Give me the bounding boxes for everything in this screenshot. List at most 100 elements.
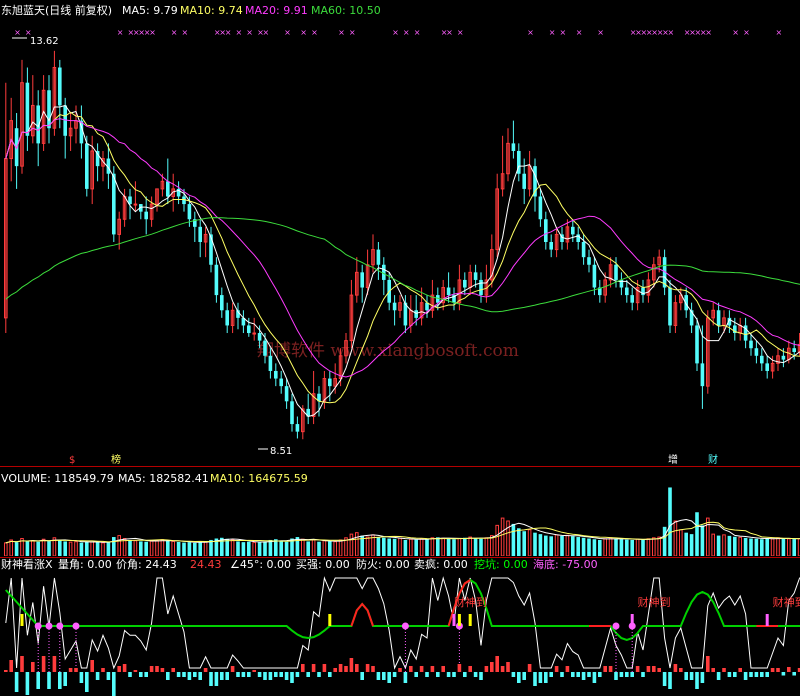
volume-bar-up [355, 532, 359, 556]
candle-down [166, 181, 170, 197]
candle-down [257, 333, 262, 341]
indicator-bar-down [517, 672, 521, 683]
volume-bar-down [436, 537, 440, 556]
signal-x-mark: × [338, 28, 345, 37]
indicator-bar-up [484, 666, 489, 672]
volume-ma10-line [5, 521, 800, 544]
volume-bar-up [441, 537, 445, 556]
indicator-bar-down [403, 672, 408, 683]
indicator-bar-up [776, 668, 780, 672]
volume-bar-down [781, 538, 786, 556]
indicator-bar-down [328, 672, 332, 677]
indicator-bar-down [209, 672, 213, 686]
marker-dollar: $ [69, 455, 75, 466]
indicator-bar-down [284, 672, 289, 680]
candle-down [749, 340, 753, 349]
volume-bar-down [193, 542, 197, 556]
sell-crazy-label: 卖疯: 0.00 [414, 557, 468, 571]
price-angle-label: 价角: 24.43 [116, 558, 177, 571]
volume-ma5-label: MA5: 182582.41 [118, 472, 209, 485]
volume-bar-down [684, 532, 688, 556]
indicator-bar-down [176, 672, 181, 677]
candle-down [198, 226, 202, 242]
signal-x-mark: × [549, 28, 556, 37]
volume-panel-header: VOLUME: 118549.79 MA5: 182582.41 MA10: 1… [1, 472, 308, 485]
volume-bar-up [484, 537, 489, 556]
volume-bar-down [592, 539, 597, 556]
indicator-bar-down [387, 672, 391, 683]
candle-down [144, 211, 148, 220]
signal-x-mark: × [732, 28, 739, 37]
candle-down [279, 378, 283, 387]
volume-bar-up [673, 520, 678, 556]
volume-label: VOLUME: 118549.79 [1, 472, 114, 485]
indicator-bar-up [160, 668, 165, 672]
signal-x-mark: × [446, 28, 453, 37]
candle-down [376, 249, 381, 265]
signal-x-mark: × [117, 28, 124, 37]
signal-block [457, 614, 461, 626]
signal-dot [72, 622, 80, 630]
low-price-label: 8.51 [270, 446, 292, 457]
volume-bar-up [203, 541, 208, 556]
indicator-bar-down [392, 672, 397, 677]
volume-bar-down [279, 540, 283, 556]
indicator-bar-up [673, 664, 678, 672]
volume-bar-down [247, 541, 251, 556]
indicator-bar-up [203, 668, 208, 672]
indicator-bar-up [149, 666, 154, 672]
indicator-bar-down [425, 672, 429, 677]
candle-down [781, 355, 786, 360]
indicator-bar-up [419, 666, 424, 672]
indicator-bar-up [171, 668, 175, 672]
indicator-bar-down [193, 672, 197, 677]
indicator-bar-down [587, 672, 591, 677]
indicator-bar-up [74, 668, 78, 672]
signal-x-mark: × [776, 28, 783, 37]
candle-down [614, 264, 618, 280]
volume-bar-down [182, 542, 186, 556]
volume-bar-up [419, 538, 424, 556]
indicator-bar-down [446, 672, 451, 677]
volume-bars [4, 487, 800, 556]
candle-down [760, 355, 764, 364]
volume-bar-up [171, 540, 175, 556]
indicator-bar-up [490, 662, 494, 672]
volume-bar-down [187, 542, 192, 556]
indicator-bar-down [95, 672, 100, 680]
volume-bar-down [403, 539, 408, 556]
volume-bar-down [630, 539, 634, 556]
volume-bar-up [495, 524, 499, 556]
low-annotation: 8.51 [258, 446, 292, 457]
stock-chart[interactable]: 东旭蓝天(日线 前复权) MA5: 9.79 MA10: 9.74 MA20: … [0, 0, 800, 696]
indicator-bar-up [252, 670, 256, 672]
candle-down [58, 67, 62, 106]
indicator-bar-up [770, 668, 775, 672]
indicator-plot: 财神到 财神到 财神到 [4, 576, 800, 696]
indicator-bar-up [230, 666, 235, 672]
ma20-line [5, 118, 800, 378]
volume-bar-down [549, 536, 553, 556]
volume-bar-up [160, 539, 165, 556]
volume-bar-up [603, 538, 608, 556]
signal-x-mark: × [263, 28, 270, 37]
indicator-bar-up [311, 664, 316, 672]
indicator-bar-down [47, 672, 51, 689]
indicator-bar-down [749, 672, 753, 677]
signal-x-mark: × [668, 28, 675, 37]
indicator-bar-down [592, 672, 597, 683]
volume-bar-down [452, 539, 456, 556]
volume-bar-down [198, 541, 202, 556]
volume-bar-up [776, 537, 780, 556]
indicator-bar-down [544, 672, 548, 683]
candle-down [479, 279, 483, 296]
signal-x-mark: × [171, 28, 178, 37]
indicator-bar-up [349, 658, 354, 672]
indicator-bar-down [279, 672, 283, 677]
indicator-bar-down [144, 672, 148, 677]
indicator-bar-down [182, 672, 186, 677]
indicator-bar-down [290, 672, 294, 683]
indicator-bar-down [128, 672, 132, 677]
signal-block [630, 614, 634, 626]
volume-bar-up [333, 541, 337, 556]
